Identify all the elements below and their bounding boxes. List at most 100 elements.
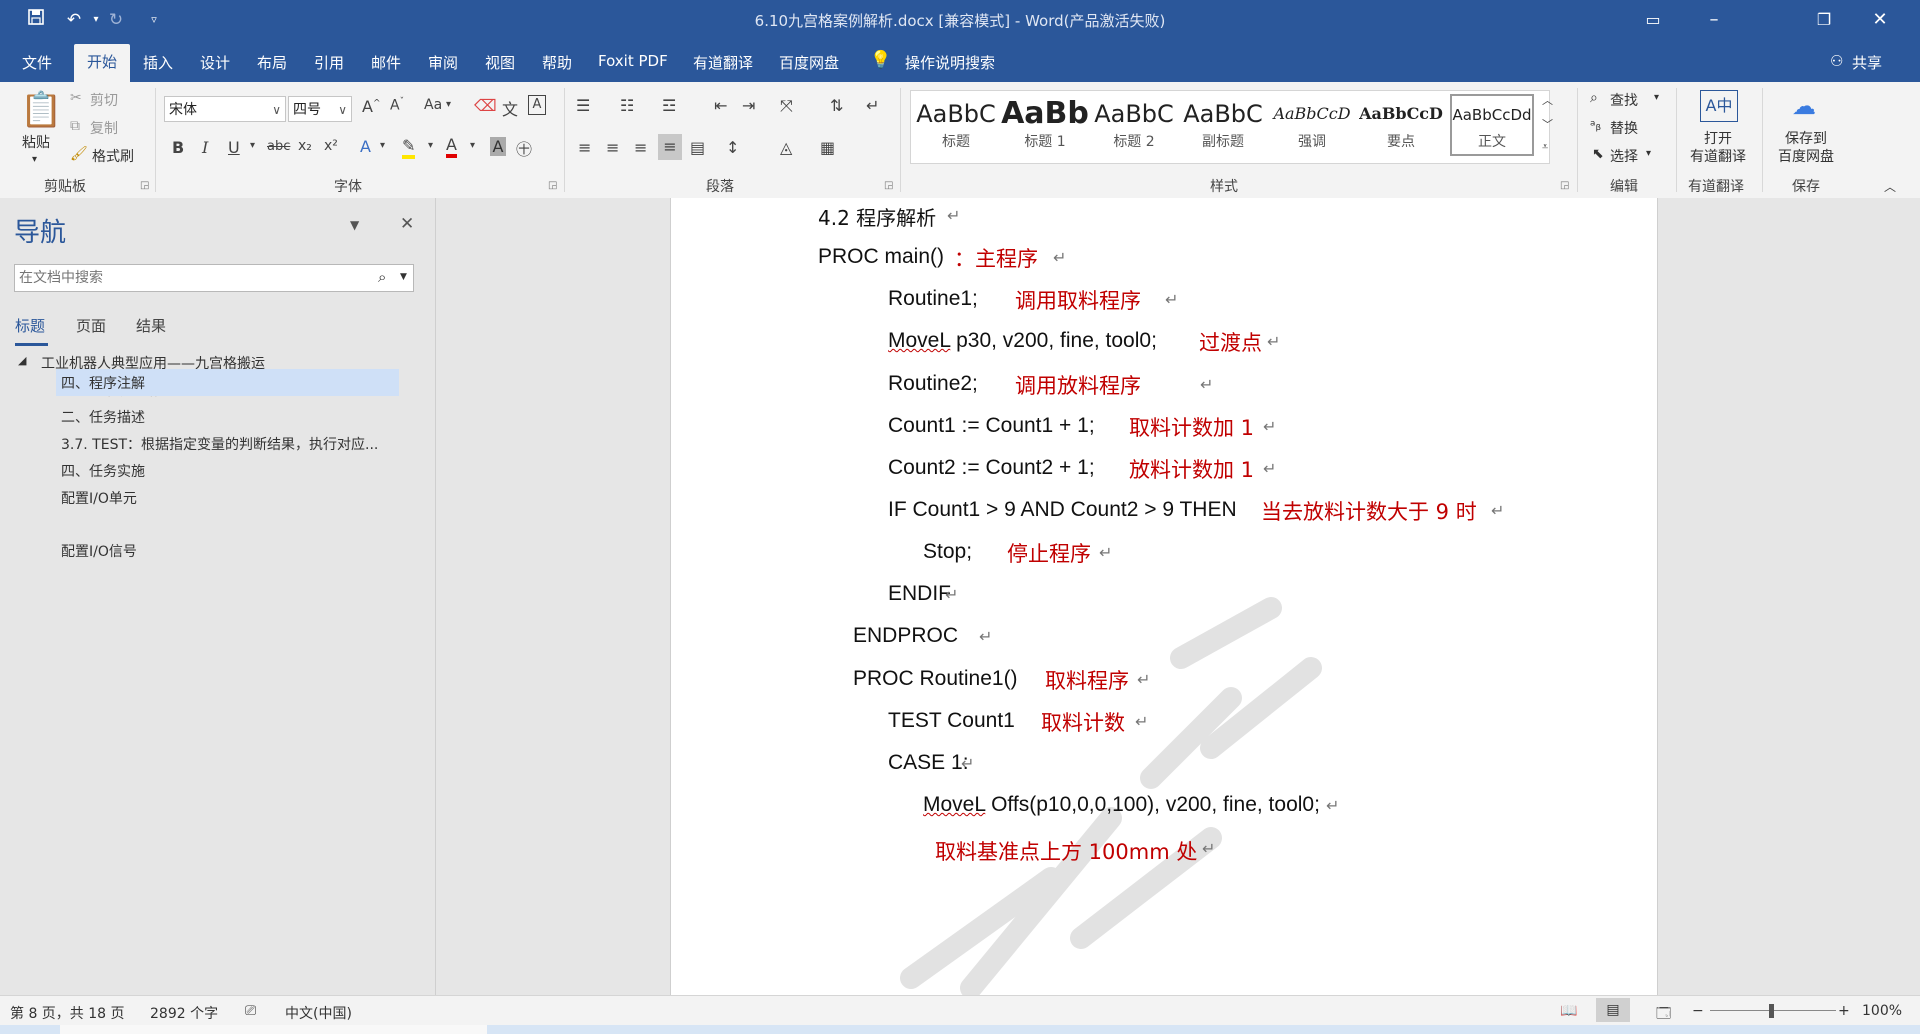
subscript-icon[interactable]: x₂ [298, 138, 312, 154]
cut-button[interactable]: 剪切 [90, 90, 118, 110]
borders-icon[interactable]: ▦ [820, 138, 835, 157]
align-left-icon[interactable]: ≡ [578, 138, 591, 157]
change-case-button[interactable]: Aa [424, 97, 442, 113]
heading-item[interactable]: 四、任务实施 [61, 461, 145, 481]
tab-insert[interactable]: 插入 [143, 52, 173, 73]
style-heading-2[interactable]: AaBbC 标题 2 [1090, 92, 1178, 158]
select-icon[interactable]: ⬉ [1592, 146, 1604, 162]
nav-tab-headings[interactable]: 标题 [15, 315, 45, 336]
chevron-down-icon[interactable]: ▾ [446, 99, 451, 110]
chevron-down-icon[interactable]: ▼ [400, 272, 407, 282]
tab-view[interactable]: 视图 [485, 52, 515, 73]
youdao-translate-icon[interactable]: A中 [1700, 90, 1738, 122]
heading-item[interactable]: 二、任务描述 [61, 407, 145, 427]
chevron-down-icon[interactable]: ▾ [1646, 148, 1651, 159]
search-icon[interactable]: ⌕ [378, 268, 386, 286]
superscript-icon[interactable]: x² [324, 138, 338, 154]
line-spacing-icon[interactable]: ↕ [726, 138, 739, 157]
enclose-characters-icon[interactable]: ㊉ [516, 136, 532, 160]
chevron-down-icon[interactable]: ▾ [250, 140, 255, 151]
show-marks-icon[interactable]: ↵ [866, 96, 879, 115]
copy-icon[interactable]: ⧉ [70, 118, 80, 134]
paste-dropdown-icon[interactable]: ▾ [32, 154, 37, 165]
shrink-font-icon[interactable]: Aˇ [390, 97, 404, 114]
character-shading-icon[interactable]: A [490, 137, 506, 156]
page-count[interactable]: 第 8 页，共 18 页 [10, 1003, 125, 1023]
save-to-baidu-button[interactable]: 保存到 百度网盘 [1776, 130, 1836, 166]
multilevel-list-icon[interactable]: ☲ [662, 96, 676, 115]
zoom-out-icon[interactable]: − [1692, 1003, 1704, 1019]
distributed-icon[interactable]: ▤ [690, 138, 705, 157]
zoom-level[interactable]: 100% [1862, 1003, 1902, 1019]
nav-options-icon[interactable]: ▼ [350, 218, 359, 232]
clipboard-launcher-icon[interactable]: ◲ [140, 181, 150, 191]
highlight-icon[interactable]: ✎ [402, 136, 416, 159]
close-button[interactable]: ✕ [1857, 0, 1903, 40]
tab-layout[interactable]: 布局 [257, 52, 287, 73]
styles-scroll-up-icon[interactable]: ︿ [1542, 92, 1553, 108]
font-launcher-icon[interactable]: ◲ [548, 181, 558, 191]
paste-icon[interactable]: 📋 [20, 90, 62, 130]
styles-scroll-down-icon[interactable]: ﹀ [1542, 116, 1553, 132]
copy-button[interactable]: 复制 [90, 118, 118, 138]
numbering-icon[interactable]: ☷ [620, 96, 634, 115]
tab-help[interactable]: 帮助 [542, 52, 572, 73]
style-heading-1[interactable]: AaBb 标题 1 [1001, 92, 1089, 158]
heading-item[interactable]: 配置I/O信号 [61, 541, 137, 561]
tab-youdao[interactable]: 有道翻译 [693, 52, 753, 73]
text-effects-icon[interactable]: A [360, 137, 371, 156]
cut-icon[interactable]: ✂ [70, 90, 82, 106]
format-painter-button[interactable]: 格式刷 [92, 146, 134, 166]
zoom-in-icon[interactable]: + [1838, 1003, 1850, 1019]
collapse-triangle-icon[interactable]: ◢ [18, 354, 26, 367]
find-icon[interactable]: ⌕ [1590, 90, 1598, 106]
grow-font-icon[interactable]: A^ [362, 97, 381, 116]
sort-icon[interactable]: ⇅ [830, 96, 843, 115]
find-button[interactable]: 查找 [1610, 90, 1638, 110]
style-normal[interactable]: AaBbCcDd 正文 [1450, 94, 1534, 156]
open-youdao-button[interactable]: 打开 有道翻译 [1688, 130, 1748, 166]
share-button[interactable]: 共享 [1852, 52, 1882, 73]
zoom-slider-thumb[interactable] [1769, 1004, 1774, 1018]
baidu-cloud-icon[interactable]: ☁ [1792, 92, 1816, 120]
nav-tab-results[interactable]: 结果 [136, 315, 166, 336]
restore-button[interactable]: ❐ [1801, 0, 1847, 40]
tab-home[interactable]: 开始 [74, 44, 130, 82]
style-subtitle[interactable]: AaBbC 副标题 [1179, 92, 1267, 158]
read-mode-icon[interactable]: 📖 [1560, 1003, 1577, 1019]
heading-item-selected[interactable]: 四、程序注解 [56, 369, 399, 396]
shading-icon[interactable]: ◬ [780, 138, 792, 157]
print-layout-icon[interactable]: ▤ [1596, 998, 1630, 1022]
underline-button[interactable]: U [228, 138, 240, 157]
tab-foxit-pdf[interactable]: Foxit PDF [598, 52, 668, 70]
share-icon[interactable]: ⚇ [1830, 52, 1843, 70]
chevron-down-icon[interactable]: ▾ [380, 140, 385, 151]
font-name-combo[interactable]: 宋体 ∨ [164, 96, 286, 122]
paragraph-launcher-icon[interactable]: ◲ [884, 181, 894, 191]
word-count[interactable]: 2892 个字 [150, 1003, 218, 1023]
bold-button[interactable]: B [172, 138, 184, 157]
tab-mailings[interactable]: 邮件 [371, 52, 401, 73]
proofing-icon[interactable]: ⎚ [245, 1003, 256, 1019]
strikethrough-icon[interactable]: abc [267, 139, 290, 154]
chevron-down-icon[interactable]: ▾ [428, 140, 433, 151]
clear-formatting-icon[interactable]: ⌫ [474, 96, 497, 115]
phonetic-guide-icon[interactable]: 文 [502, 96, 518, 120]
tab-baidu[interactable]: 百度网盘 [779, 52, 839, 73]
style-strong[interactable]: AaBbCcD 要点 [1357, 92, 1445, 158]
collapse-ribbon-icon[interactable]: ︿ [1884, 178, 1896, 195]
replace-button[interactable]: 替换 [1610, 118, 1638, 138]
align-center-icon[interactable]: ≡ [606, 138, 619, 157]
bullets-icon[interactable]: ☰ [576, 96, 590, 115]
increase-indent-icon[interactable]: ⇥ [742, 96, 755, 115]
style-emphasis[interactable]: AaBbCcD 强调 [1268, 92, 1356, 158]
styles-launcher-icon[interactable]: ◲ [1560, 181, 1570, 191]
style-title[interactable]: AaBbC 标题 [912, 92, 1000, 158]
chevron-down-icon[interactable]: ▾ [1654, 92, 1659, 103]
font-color-icon[interactable]: A [446, 135, 457, 158]
decrease-indent-icon[interactable]: ⇤ [714, 96, 727, 115]
nav-tab-pages[interactable]: 页面 [76, 315, 106, 336]
close-icon[interactable]: ✕ [400, 214, 414, 234]
tab-design[interactable]: 设计 [200, 52, 230, 73]
web-layout-icon[interactable]: 🗔 [1656, 1003, 1671, 1027]
